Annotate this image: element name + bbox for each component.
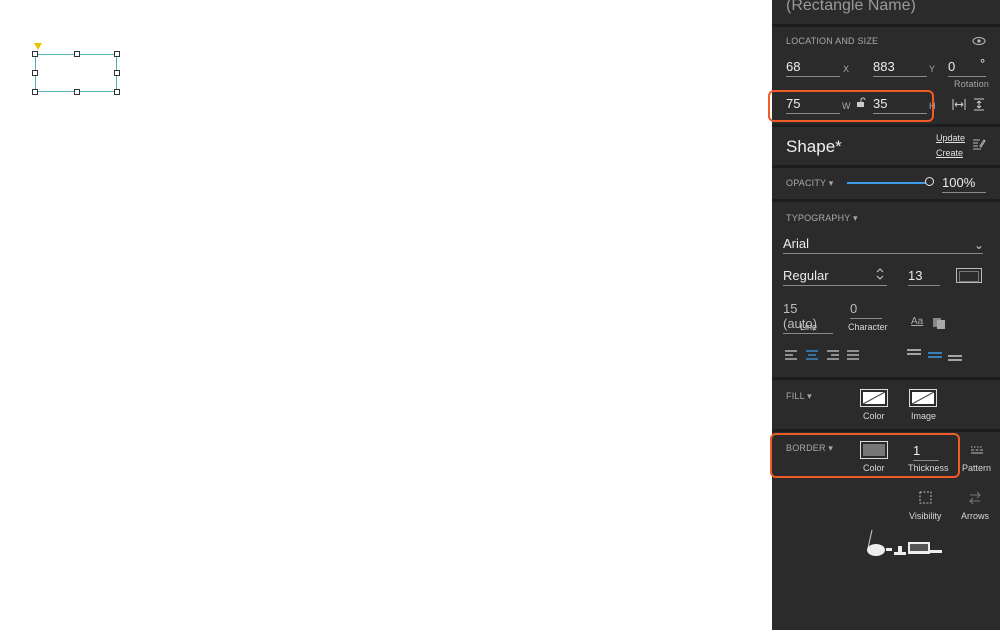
border-visibility-icon[interactable] <box>919 491 932 504</box>
border-color-swatch[interactable] <box>860 441 888 459</box>
fit-width-icon[interactable] <box>952 98 966 111</box>
valign-middle-icon <box>928 352 942 358</box>
resize-handle-left[interactable] <box>32 70 38 76</box>
vertical-align-group <box>907 349 962 361</box>
text-style-icon[interactable] <box>932 317 946 330</box>
height-input[interactable]: 35 <box>873 96 927 114</box>
text-case-icon[interactable]: Aa <box>911 316 923 327</box>
properties-panel: (Rectangle Name) LOCATION AND SIZE 68 X … <box>768 0 1000 630</box>
resize-handle-top-right[interactable] <box>114 51 120 57</box>
fill-color-swatch[interactable] <box>860 389 888 407</box>
border-arrows-label: Arrows <box>961 511 990 521</box>
font-family-select[interactable]: Arial <box>783 236 983 254</box>
fit-height-icon[interactable] <box>972 98 986 111</box>
align-right-icon <box>827 350 839 360</box>
border-visibility-label: Visibility <box>909 511 942 521</box>
opacity-input[interactable]: 100% <box>942 175 986 193</box>
opacity-slider-track[interactable] <box>847 182 931 184</box>
border-label: BORDER ▾ <box>786 443 834 453</box>
fill-color-label: Color <box>863 411 885 421</box>
character-label: Character <box>848 322 888 332</box>
border-thickness-label: Thickness <box>908 463 949 473</box>
text-align-group <box>785 350 859 360</box>
opacity-slider-thumb[interactable] <box>925 177 934 186</box>
width-input[interactable]: 75 <box>786 96 840 114</box>
w-label: W <box>842 101 851 111</box>
fill-label: FILL ▾ <box>786 391 812 401</box>
character-spacing-input[interactable]: 0 <box>850 301 882 319</box>
arrows-icon[interactable] <box>968 491 982 504</box>
lock-open-icon[interactable] <box>856 97 866 108</box>
shape-title: Shape* <box>786 137 842 156</box>
resize-handle-bottom-left[interactable] <box>32 89 38 95</box>
typography-label: TYPOGRAPHY ▾ <box>786 213 858 223</box>
edit-style-icon[interactable] <box>972 138 986 151</box>
text-color-swatch[interactable] <box>956 268 982 283</box>
selected-rectangle[interactable] <box>35 54 117 92</box>
fill-image-label: Image <box>911 411 937 421</box>
resize-handle-bottom-right[interactable] <box>114 89 120 95</box>
fill-image-swatch[interactable] <box>909 389 937 407</box>
update-link[interactable]: Update <box>936 133 965 143</box>
location-size-label: LOCATION AND SIZE <box>786 36 879 46</box>
rotation-label: Rotation <box>954 79 990 89</box>
up-down-arrows-icon <box>876 268 884 280</box>
align-center-icon <box>806 350 818 360</box>
border-color-label: Color <box>863 463 885 473</box>
opacity-label: OPACITY ▾ <box>786 178 834 188</box>
resize-handle-top[interactable] <box>74 51 80 57</box>
border-pattern-icon[interactable] <box>970 445 984 455</box>
align-left-icon <box>785 350 797 360</box>
resize-handle-bottom[interactable] <box>74 89 80 95</box>
design-canvas[interactable] <box>0 0 772 630</box>
valign-top-icon <box>907 349 921 355</box>
chevron-down-icon: ⌄ <box>974 238 985 252</box>
create-link[interactable]: Create <box>936 148 963 158</box>
h-label: H <box>929 101 936 111</box>
line-label: Line <box>800 322 818 332</box>
rotation-unit: ° <box>980 56 986 71</box>
x-label: X <box>843 64 850 74</box>
resize-handle-top-left[interactable] <box>32 51 38 57</box>
x-input[interactable]: 68 <box>786 59 840 77</box>
border-pattern-label: Pattern <box>962 463 992 473</box>
element-name-field[interactable]: (Rectangle Name) <box>786 0 916 15</box>
rendering-artifact-icon <box>867 530 942 556</box>
align-justify-icon <box>847 350 859 360</box>
valign-bottom-icon <box>948 355 962 361</box>
font-size-input[interactable]: 13 <box>908 268 940 286</box>
rotation-handle-icon[interactable] <box>34 43 42 50</box>
font-weight-select[interactable]: Regular <box>783 268 887 286</box>
eye-icon[interactable] <box>972 36 986 46</box>
border-thickness-input[interactable]: 1 <box>913 443 939 461</box>
y-input[interactable]: 883 <box>873 59 927 77</box>
y-label: Y <box>929 64 936 74</box>
resize-handle-right[interactable] <box>114 70 120 76</box>
